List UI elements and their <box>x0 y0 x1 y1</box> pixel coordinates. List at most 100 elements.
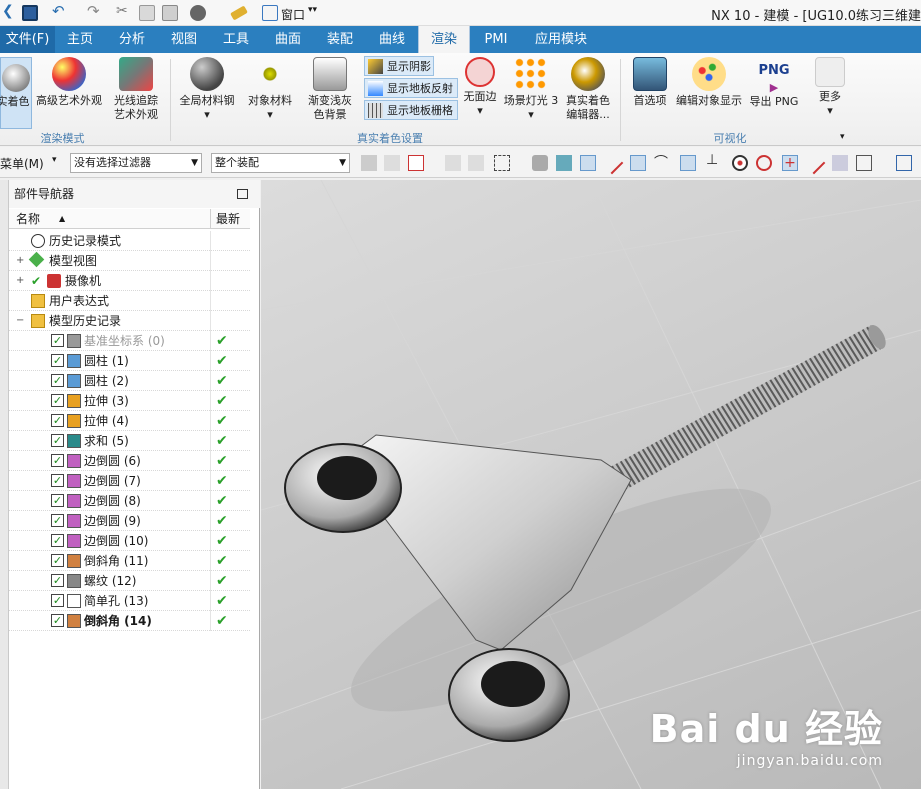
more-button[interactable]: 更多 ▾ <box>810 57 850 118</box>
visibility-checkbox[interactable]: ✓ <box>51 394 64 407</box>
tab-tools[interactable]: 工具 <box>214 26 258 53</box>
feature-row[interactable]: ✓ 螺纹 (12) ✔ <box>9 571 250 591</box>
maximize-icon[interactable] <box>237 189 248 199</box>
expand-toggle-icon[interactable]: − <box>16 311 24 331</box>
feature-row[interactable]: ✓ 拉伸 (4) ✔ <box>9 411 250 431</box>
midpoint-icon[interactable] <box>680 155 696 171</box>
gradient-background-button[interactable]: 渐变浅灰 色背景 <box>300 57 360 122</box>
expand-toggle-icon[interactable]: + <box>16 271 24 291</box>
advanced-art-button[interactable]: 高级艺术外观 <box>34 57 104 108</box>
touch-mode-icon[interactable] <box>230 5 248 21</box>
tab-file[interactable]: 文件(F) <box>0 26 55 53</box>
intersection-icon[interactable]: ⊥ <box>706 152 722 168</box>
tab-applications[interactable]: 应用模块 <box>526 26 596 53</box>
filter-icon-1[interactable] <box>361 155 377 171</box>
tab-pmi[interactable]: PMI <box>474 26 518 53</box>
window-icon[interactable] <box>262 5 278 21</box>
expand-toggle-icon[interactable]: + <box>16 251 24 271</box>
preferences-button[interactable]: 首选项 <box>628 57 672 108</box>
redo-icon[interactable]: ↷ <box>87 2 103 20</box>
tab-render[interactable]: 渲染 <box>418 26 470 53</box>
edit-object-display-button[interactable]: 编辑对象显示 <box>674 57 744 108</box>
crosshair-icon[interactable]: + <box>782 155 798 171</box>
selection-filter-select[interactable]: 没有选择过滤器 ▼ <box>70 153 202 173</box>
menu-chevron-icon[interactable]: ▾ <box>52 155 57 165</box>
visibility-checkbox[interactable]: ✓ <box>51 534 64 547</box>
tree-node[interactable]: 历史记录模式 <box>9 231 250 251</box>
floor-reflection-toggle[interactable]: 显示地板反射 <box>364 78 458 98</box>
feature-row[interactable]: ✓ 圆柱 (2) ✔ <box>9 371 250 391</box>
column-name[interactable]: 名称 <box>16 209 40 229</box>
cube-icon[interactable] <box>556 155 572 171</box>
tab-home[interactable]: 主页 <box>58 26 102 53</box>
shade-editor-button[interactable]: 真实着色 编辑器... <box>562 57 614 122</box>
feature-row[interactable]: ✓ 圆柱 (1) ✔ <box>9 351 250 371</box>
surface-point-icon[interactable] <box>832 155 848 171</box>
tab-surface[interactable]: 曲面 <box>266 26 310 53</box>
copy-icon[interactable] <box>139 5 155 21</box>
snap-select-icon[interactable] <box>408 155 424 171</box>
feature-row[interactable]: ✓ 基准坐标系 (0) ✔ <box>9 331 250 351</box>
feature-row[interactable]: ✓ 简单孔 (13) ✔ <box>9 591 250 611</box>
rect-select-icon[interactable] <box>494 155 510 171</box>
tree-node[interactable]: 用户表达式 <box>9 291 250 311</box>
graphics-viewport[interactable]: Bai du 经验 jingyan.baidu.com <box>261 180 921 789</box>
feature-row[interactable]: ✓ 边倒圆 (8) ✔ <box>9 491 250 511</box>
visibility-checkbox[interactable]: ✓ <box>51 454 64 467</box>
body-icon[interactable] <box>532 155 548 171</box>
visibility-checkbox[interactable]: ✓ <box>51 594 64 607</box>
visibility-checkbox[interactable]: ✓ <box>51 414 64 427</box>
visibility-checkbox[interactable]: ✓ <box>51 334 64 347</box>
feature-row[interactable]: ✓ 求和 (5) ✔ <box>9 431 250 451</box>
feature-row[interactable]: ✓ 倒斜角 (14) ✔ <box>9 611 250 631</box>
repeat-command-icon[interactable] <box>190 5 206 21</box>
visibility-checkbox[interactable]: ✓ <box>51 614 64 627</box>
curve-snap-icon[interactable]: ⌒ <box>654 152 670 171</box>
real-shading-button[interactable]: 实着色 <box>0 57 32 129</box>
tree-node[interactable]: + ✔ 摄像机 <box>9 271 250 291</box>
feature-row[interactable]: ✓ 边倒圆 (9) ✔ <box>9 511 250 531</box>
filter-icon-2[interactable] <box>384 155 400 171</box>
tab-analysis[interactable]: 分析 <box>110 26 154 53</box>
object-material-button[interactable]: 对象材料 ▾ <box>244 57 296 122</box>
no-face-edge-button[interactable]: 无面边 ▾ <box>460 57 500 118</box>
tree-node[interactable]: − 模型历史记录 <box>9 311 250 331</box>
feature-row[interactable]: ✓ 倒斜角 (11) ✔ <box>9 551 250 571</box>
view-select-icon[interactable] <box>896 155 912 171</box>
scene-light-button[interactable]: 场景灯光 3 ▾ <box>502 57 560 122</box>
circle-snap-icon[interactable] <box>756 155 772 171</box>
visibility-checkbox[interactable]: ✓ <box>51 374 64 387</box>
floor-grid-toggle[interactable]: 显示地板栅格 <box>364 100 458 120</box>
save-icon[interactable] <box>22 5 38 21</box>
filter-icon-3[interactable] <box>445 155 461 171</box>
visibility-checkbox[interactable]: ✓ <box>51 554 64 567</box>
raytrace-button[interactable]: 光线追踪 艺术外观 <box>106 57 166 122</box>
cut-icon[interactable]: ✂ <box>116 3 132 19</box>
feature-row[interactable]: ✓ 边倒圆 (10) ✔ <box>9 531 250 551</box>
back-arrow-icon[interactable]: ❮ <box>2 3 18 19</box>
tangent-icon[interactable] <box>802 151 826 175</box>
visibility-checkbox[interactable]: ✓ <box>51 354 64 367</box>
sort-ascending-icon[interactable]: ▲ <box>59 209 65 229</box>
visibility-checkbox[interactable]: ✓ <box>51 514 64 527</box>
window-menu-chevron-icon[interactable]: ▾▾ <box>308 5 317 15</box>
assembly-scope-select[interactable]: 整个装配 ▼ <box>211 153 350 173</box>
tab-view[interactable]: 视图 <box>162 26 206 53</box>
center-icon[interactable] <box>732 155 748 171</box>
group-expand-icon[interactable]: ▾ <box>840 132 845 142</box>
visibility-checkbox[interactable]: ✓ <box>51 434 64 447</box>
line-snap-icon[interactable] <box>600 151 624 175</box>
visibility-checkbox[interactable]: ✓ <box>51 474 64 487</box>
visibility-checkbox[interactable]: ✓ <box>51 494 64 507</box>
feature-row[interactable]: ✓ 边倒圆 (7) ✔ <box>9 471 250 491</box>
show-shadow-toggle[interactable]: 显示阴影 <box>364 56 434 76</box>
grid-snap-icon[interactable] <box>856 155 872 171</box>
tab-assembly[interactable]: 装配 <box>318 26 362 53</box>
visibility-checkbox[interactable]: ✓ <box>51 574 64 587</box>
menu-button[interactable]: 菜单(M) <box>0 155 44 172</box>
tree-node[interactable]: + 模型视图 <box>9 251 250 271</box>
filter-icon-4[interactable] <box>468 155 484 171</box>
column-latest[interactable]: 最新 <box>216 209 240 229</box>
feature-row[interactable]: ✓ 拉伸 (3) ✔ <box>9 391 250 411</box>
global-material-button[interactable]: 全局材料钢 ▾ <box>176 57 238 122</box>
